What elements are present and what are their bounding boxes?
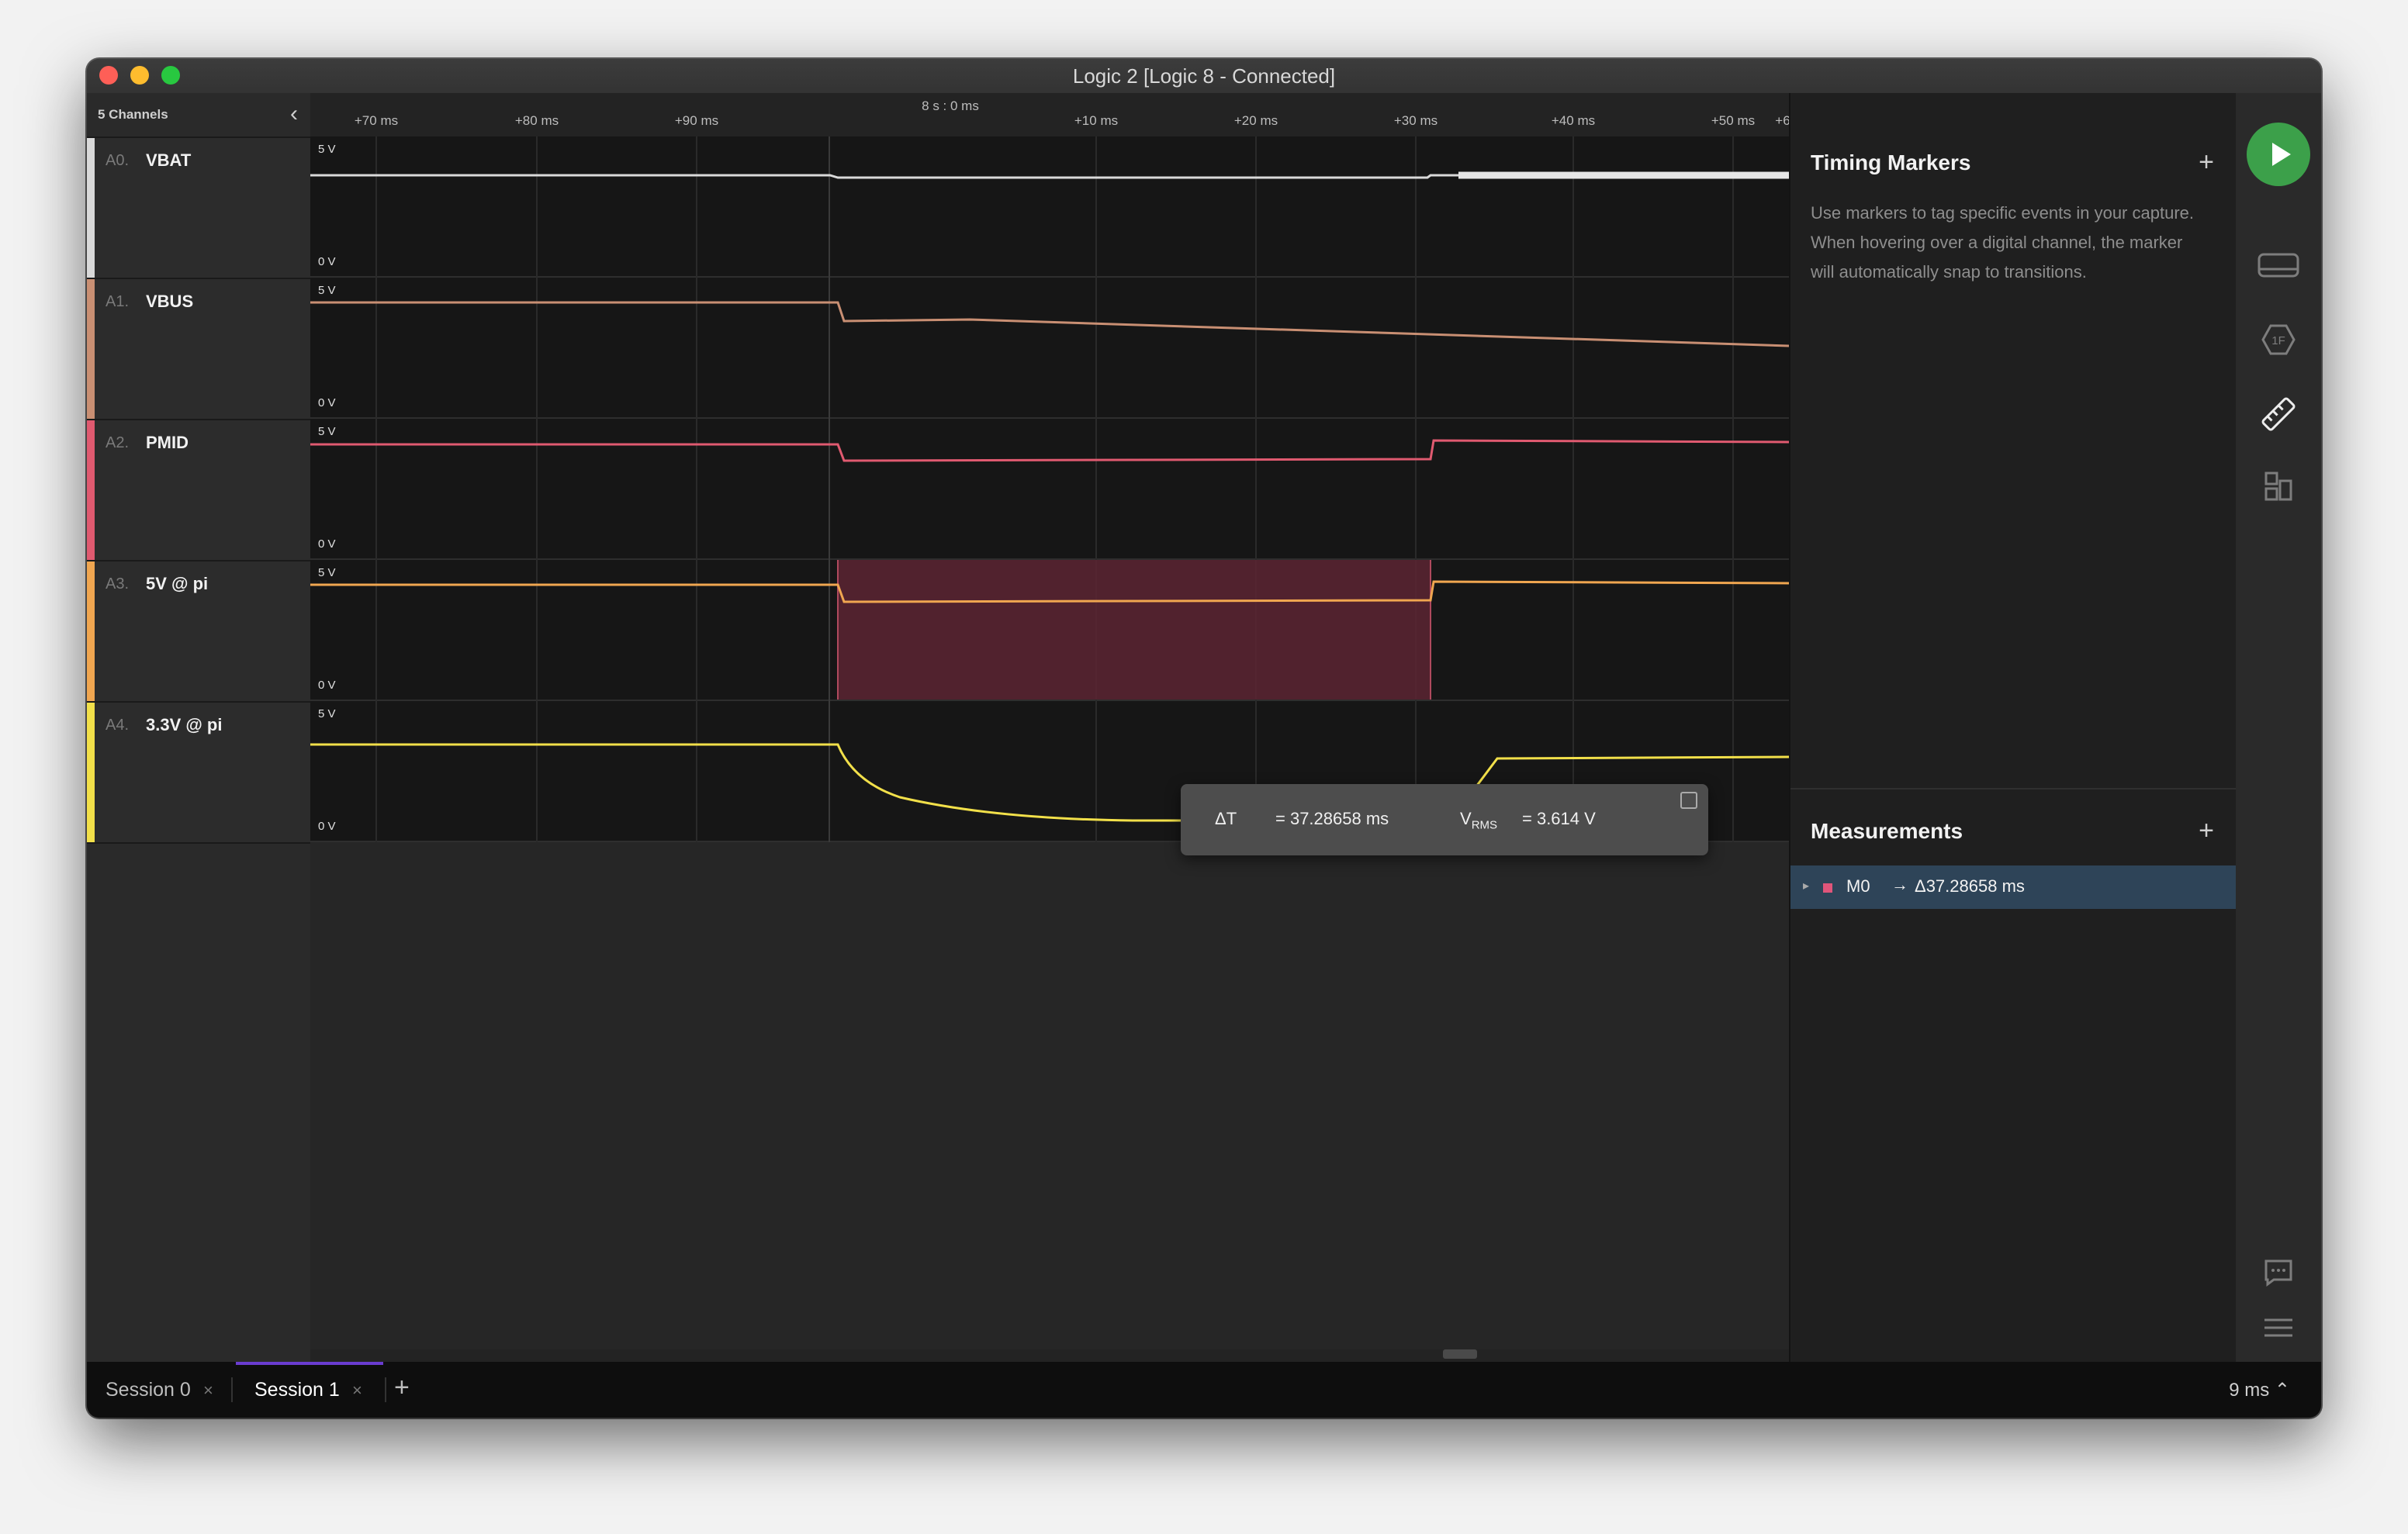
add-timing-marker-button[interactable]: + bbox=[2199, 147, 2214, 178]
feedback-icon[interactable] bbox=[2257, 1255, 2300, 1289]
ruler-tick: +40 ms bbox=[1551, 113, 1596, 128]
start-capture-button[interactable] bbox=[2247, 123, 2310, 186]
add-measurement-button[interactable]: + bbox=[2199, 816, 2214, 846]
analyzers-icon[interactable]: 1F bbox=[2257, 323, 2300, 357]
channel-id: A2. bbox=[106, 434, 130, 451]
ruler-tick: +70 ms bbox=[354, 113, 399, 128]
zoom-level-readout[interactable]: 9 ms ⌃ bbox=[2229, 1379, 2290, 1401]
channel-panel: 5 Channels ‹ A0. VBAT A1. VBUS A2. PMID … bbox=[87, 93, 310, 1362]
side-panel: Timing Markers + Use markers to tag spec… bbox=[1789, 93, 2237, 1362]
ruler-tick: +80 ms bbox=[514, 113, 559, 128]
channel-name[interactable]: 5V @ pi bbox=[146, 574, 208, 594]
close-tab-icon[interactable]: × bbox=[352, 1380, 362, 1401]
window-title: Logic 2 [Logic 8 - Connected] bbox=[1072, 64, 1336, 88]
arrow-right-icon: → bbox=[1891, 875, 1908, 894]
timing-markers-help: Use markers to tag specific events in yo… bbox=[1811, 203, 2194, 282]
ruler-tick: +6 bbox=[1775, 113, 1790, 128]
channel-id: A3. bbox=[106, 575, 130, 593]
channel-count: 5 Channels bbox=[98, 107, 168, 122]
timing-markers-title: Timing Markers bbox=[1811, 150, 1971, 174]
close-tab-icon[interactable]: × bbox=[203, 1380, 213, 1401]
tab-separator bbox=[231, 1377, 233, 1402]
channel-id: A0. bbox=[106, 152, 130, 169]
tab-session-1[interactable]: Session 1 × bbox=[236, 1362, 383, 1418]
active-tab-indicator bbox=[236, 1362, 383, 1365]
title-bar: Logic 2 [Logic 8 - Connected] bbox=[87, 59, 2321, 95]
channel-name[interactable]: PMID bbox=[146, 433, 189, 453]
channel-row-a3[interactable]: A3. 5V @ pi bbox=[87, 561, 310, 703]
vrms-label-sub: RMS bbox=[1471, 818, 1498, 832]
measurement-range-highlight[interactable] bbox=[838, 560, 1431, 700]
tool-rail: 1F bbox=[2236, 93, 2321, 1362]
session-tab-bar: Session 0 × Session 1 × + 9 ms ⌃ bbox=[87, 1362, 2321, 1418]
measurement-row-m0[interactable]: ▸ M0 → Δ37.28658 ms bbox=[1790, 865, 2237, 909]
svg-text:1F: 1F bbox=[2271, 334, 2285, 347]
measurement-name: M0 bbox=[1846, 876, 1870, 896]
trace-a1 bbox=[310, 301, 1789, 347]
channel-color-stripe bbox=[87, 420, 95, 560]
channel-name[interactable]: VBAT bbox=[146, 150, 191, 171]
waveform-traces bbox=[310, 136, 1789, 842]
channel-panel-header: 5 Channels ‹ bbox=[87, 93, 310, 138]
channel-id: A4. bbox=[106, 717, 130, 734]
channel-row-a0[interactable]: A0. VBAT bbox=[87, 138, 310, 279]
expand-caret-icon[interactable]: ▸ bbox=[1803, 878, 1809, 893]
tab-session-0[interactable]: Session 0 × bbox=[87, 1362, 230, 1418]
gridlines bbox=[375, 136, 1734, 842]
channel-color-stripe bbox=[87, 703, 95, 842]
ruler-origin-label: 8 s : 0 ms bbox=[922, 98, 979, 113]
channel-color-stripe bbox=[87, 138, 95, 278]
app-window: Logic 2 [Logic 8 - Connected] 5 Channels… bbox=[87, 59, 2321, 1418]
channel-name[interactable]: VBUS bbox=[146, 292, 193, 312]
copy-icon[interactable] bbox=[1680, 792, 1697, 809]
channel-color-stripe bbox=[87, 561, 95, 701]
panel-divider bbox=[1790, 788, 2237, 789]
scrollbar-thumb[interactable] bbox=[1443, 1349, 1477, 1359]
channel-row-a2[interactable]: A2. PMID bbox=[87, 420, 310, 561]
channel-row-a1[interactable]: A1. VBUS bbox=[87, 279, 310, 420]
horizontal-scrollbar[interactable] bbox=[310, 1349, 1789, 1362]
measurement-tooltip: ΔT = 37.28658 ms VRMS = 3.614 V bbox=[1181, 784, 1708, 855]
vrms-label-main: V bbox=[1460, 809, 1472, 828]
delta-t-value: = 37.28658 ms bbox=[1275, 809, 1389, 828]
ruler-tick: +20 ms bbox=[1233, 113, 1278, 128]
trace-a2 bbox=[310, 439, 1789, 462]
measure-icon[interactable] bbox=[2257, 397, 2300, 431]
time-ruler[interactable]: 8 s : 0 ms +70 ms +80 ms +90 ms +10 ms +… bbox=[310, 93, 1790, 138]
channel-row-a4[interactable]: A4. 3.3V @ pi bbox=[87, 703, 310, 844]
vrms-label: VRMS bbox=[1460, 809, 1497, 831]
channel-name[interactable]: 3.3V @ pi bbox=[146, 715, 222, 735]
ruler-tick: +10 ms bbox=[1074, 113, 1119, 128]
tab-label[interactable]: Session 0 bbox=[106, 1379, 191, 1401]
measurement-color-swatch bbox=[1823, 883, 1832, 893]
measurement-value: Δ37.28658 ms bbox=[1915, 876, 2025, 896]
waveform-area[interactable]: 8 s : 0 ms +70 ms +80 ms +90 ms +10 ms +… bbox=[310, 93, 1790, 1362]
channel-color-stripe bbox=[87, 279, 95, 419]
measurements-title: Measurements bbox=[1811, 819, 1963, 843]
channel-id: A1. bbox=[106, 293, 130, 310]
delta-t-label: ΔT bbox=[1215, 809, 1237, 828]
menu-icon[interactable] bbox=[2257, 1311, 2300, 1345]
collapse-panel-icon[interactable]: ‹ bbox=[290, 101, 298, 127]
tab-separator bbox=[385, 1377, 386, 1402]
extensions-icon[interactable] bbox=[2257, 470, 2300, 504]
ruler-tick: +30 ms bbox=[1393, 113, 1438, 128]
ruler-tick: +90 ms bbox=[674, 113, 719, 128]
device-settings-icon[interactable] bbox=[2257, 248, 2300, 282]
tab-label[interactable]: Session 1 bbox=[254, 1379, 340, 1401]
ruler-tick: +50 ms bbox=[1711, 113, 1756, 128]
vrms-value: = 3.614 V bbox=[1522, 809, 1596, 828]
new-session-button[interactable]: + bbox=[394, 1373, 410, 1403]
